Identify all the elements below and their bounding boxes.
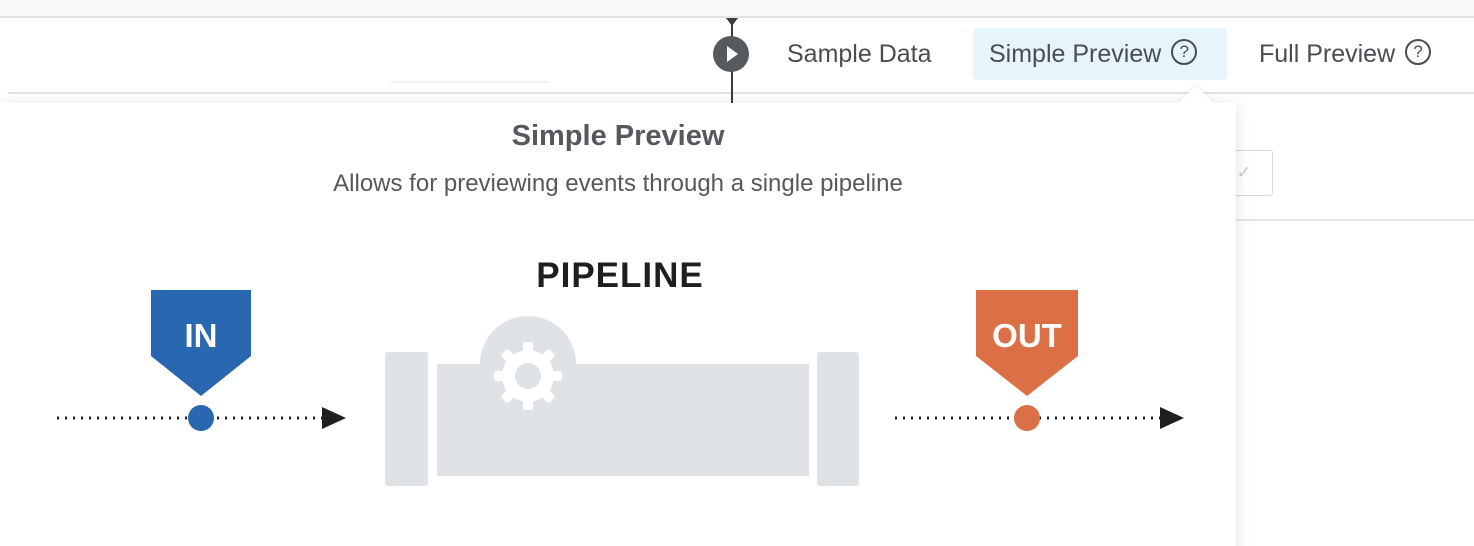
- tab-full-preview-label: Full Preview: [1259, 40, 1396, 68]
- out-dot-icon: [1014, 405, 1040, 431]
- pipeline-diagram: IN OUT: [57, 290, 1184, 486]
- content-divider: [1236, 219, 1474, 221]
- in-dot-icon: [188, 405, 214, 431]
- out-arrow-icon: [1160, 407, 1184, 429]
- gear-icon: [494, 342, 562, 410]
- tab-full-preview[interactable]: Full Preview?: [1259, 28, 1432, 80]
- app-stage: Sample Data Simple Preview? Full Preview…: [0, 0, 1474, 546]
- in-badge-label: IN: [185, 317, 218, 354]
- in-arrow-icon: [322, 407, 346, 429]
- out-badge-label: OUT: [992, 317, 1062, 354]
- pipe-icon: [385, 316, 859, 486]
- help-icon[interactable]: ?: [1405, 39, 1432, 66]
